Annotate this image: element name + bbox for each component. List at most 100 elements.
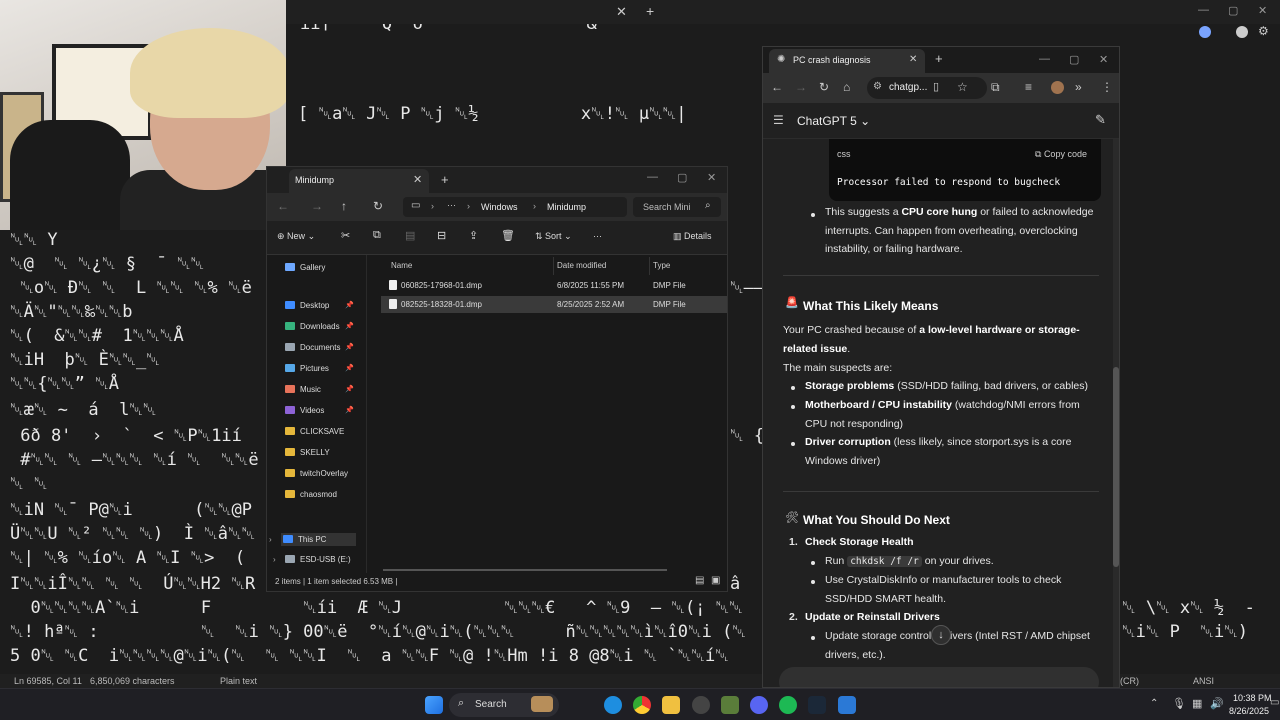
sidebar-item-music[interactable]: Music 📌 <box>285 385 354 394</box>
back-arrow-icon[interactable]: ← <box>771 80 783 94</box>
maximize-icon[interactable]: ▢ <box>1228 4 1238 17</box>
edge-browser-icon[interactable] <box>604 696 622 714</box>
sidebar-item-gallery[interactable]: Gallery <box>285 263 325 272</box>
maximize-icon[interactable]: ▢ <box>1069 53 1079 66</box>
details-button[interactable]: ▥ Details <box>673 231 712 242</box>
windows-start-icon[interactable] <box>425 696 443 714</box>
copy-icon[interactable]: ⧉ <box>373 229 381 242</box>
star-icon[interactable]: ☆ <box>957 80 968 94</box>
close-icon[interactable]: ✕ <box>1258 4 1267 17</box>
spotify-icon[interactable] <box>779 696 797 714</box>
sidebar-item-chaosmod[interactable]: chaosmod <box>285 490 337 499</box>
new-button[interactable]: ⊕ New ⌄ <box>277 231 315 242</box>
close-icon[interactable]: ✕ <box>707 171 716 184</box>
explorer-tab[interactable]: Minidump ✕ <box>289 169 429 193</box>
pin-icon[interactable]: 📌 <box>345 364 354 372</box>
reading-list-icon[interactable]: ≡ <box>1025 80 1032 94</box>
pin-icon[interactable]: 📌 <box>345 406 354 414</box>
file-row[interactable]: 082525-18328-01.dmp 8/25/2025 2:52 AM DMP … <box>381 296 727 313</box>
message-input[interactable] <box>779 667 1099 687</box>
rename-icon[interactable]: ⊟ <box>437 229 446 242</box>
chevron-up-icon[interactable]: ⌃ <box>1150 698 1158 709</box>
pin-icon[interactable]: 📌 <box>345 322 354 330</box>
volume-icon[interactable]: 🔊 <box>1210 697 1224 710</box>
site-info-icon[interactable]: ⚙ <box>873 81 882 92</box>
more-options-button[interactable]: ··· <box>593 231 602 241</box>
pin-icon[interactable]: 📌 <box>345 343 354 351</box>
sidebar-item-clicksave[interactable]: CLICKSAVE <box>285 427 344 436</box>
chevron-double-right-icon[interactable]: » <box>1075 80 1082 94</box>
details-view-icon[interactable]: ▤ <box>695 575 704 586</box>
minecraft-icon[interactable] <box>721 696 739 714</box>
reload-icon[interactable]: ↻ <box>819 80 829 94</box>
notepad-icon[interactable] <box>838 696 856 714</box>
close-tab-icon[interactable]: ✕ <box>616 4 627 20</box>
sidebar-item-this-pc[interactable]: › This PC <box>269 533 357 546</box>
page-icon[interactable]: ▯ <box>933 80 939 93</box>
url-bar[interactable]: ⚙ chatgp... <box>867 77 987 99</box>
mic-icon[interactable]: 🎙 <box>1172 697 1186 710</box>
close-icon[interactable]: ✕ <box>909 54 917 65</box>
chrome-icon[interactable] <box>633 696 651 714</box>
refresh-icon[interactable]: ↻ <box>373 199 383 213</box>
file-row[interactable]: 060825-17968-01.dmp 6/8/2025 11:55 PM DMP … <box>381 277 727 294</box>
close-icon[interactable]: ✕ <box>1099 53 1108 66</box>
cut-icon[interactable]: ✂ <box>341 229 350 242</box>
chevron-right-icon[interactable]: › <box>269 535 272 544</box>
browser-tab[interactable]: ✺ PC crash diagnosis ✕ <box>769 49 925 73</box>
delete-icon[interactable]: 🗑 <box>501 229 515 242</box>
paste-icon[interactable]: ▤ <box>405 229 415 242</box>
ellipsis-icon[interactable]: ··· <box>447 200 456 210</box>
extensions-icon[interactable]: ⧉ <box>991 80 1000 95</box>
sidebar-item-twitchoverlay[interactable]: twitchOverlay <box>285 469 348 478</box>
file-explorer-icon[interactable] <box>662 696 680 714</box>
new-chat-icon[interactable]: ✎ <box>1095 112 1106 128</box>
discord-icon[interactable] <box>750 696 768 714</box>
notification-icon[interactable]: ▭ <box>1270 697 1279 708</box>
sidebar-item-downloads[interactable]: Downloads 📌 <box>285 322 354 331</box>
minimize-icon[interactable]: — <box>1198 4 1209 16</box>
breadcrumb-minidump[interactable]: Minidump <box>547 202 586 212</box>
sidebar-item-videos[interactable]: Videos 📌 <box>285 406 354 415</box>
tiles-view-icon[interactable]: ▣ <box>711 575 720 586</box>
column-type[interactable]: Type <box>653 261 670 270</box>
new-tab-icon[interactable]: + <box>441 172 449 187</box>
search-input[interactable]: Search Mini ⌕ <box>633 197 721 217</box>
new-tab-icon[interactable]: + <box>646 3 654 19</box>
pin-icon[interactable]: 📌 <box>345 385 354 393</box>
menu-kebab-icon[interactable]: ⋮ <box>1101 80 1113 94</box>
sidebar-toggle-icon[interactable]: ☰ <box>773 113 784 127</box>
column-date[interactable]: Date modified <box>557 261 606 270</box>
address-bar[interactable]: ▭ › ··· › Windows › Minidump <box>403 197 627 217</box>
taskbar-search[interactable]: ⌕ Search <box>449 693 559 717</box>
model-selector[interactable]: ChatGPT 5 ⌄ <box>797 114 870 128</box>
profile-avatar[interactable] <box>1051 81 1064 94</box>
app-icon[interactable] <box>692 696 710 714</box>
sidebar-item-pictures[interactable]: Pictures 📌 <box>285 364 354 373</box>
chevron-right-icon[interactable]: › <box>273 555 276 564</box>
column-name[interactable]: Name <box>391 261 412 270</box>
scrollbar-thumb[interactable] <box>1113 367 1119 567</box>
minimize-icon[interactable]: — <box>1039 53 1050 65</box>
network-icon[interactable]: ▦ <box>1192 697 1202 710</box>
pin-icon[interactable]: 📌 <box>345 301 354 309</box>
maximize-icon[interactable]: ▢ <box>677 171 687 184</box>
horizontal-scrollbar[interactable] <box>383 569 667 571</box>
copy-code-button[interactable]: ⧉ Copy code <box>1035 149 1087 160</box>
sidebar-item-desktop[interactable]: Desktop 📌 <box>285 301 354 310</box>
sort-button[interactable]: ⇅ Sort ⌄ <box>535 231 572 242</box>
up-arrow-icon[interactable]: ↑ <box>341 199 347 213</box>
share-icon[interactable]: ⇪ <box>469 229 478 242</box>
forward-arrow-icon[interactable]: → <box>795 80 807 94</box>
home-icon[interactable]: ⌂ <box>843 80 850 94</box>
forward-arrow-icon[interactable]: → <box>311 199 323 213</box>
close-icon[interactable]: ✕ <box>413 173 422 186</box>
minimize-icon[interactable]: — <box>647 171 658 183</box>
scroll-down-icon[interactable]: ↓ <box>931 625 951 645</box>
breadcrumb-windows[interactable]: Windows <box>481 202 518 212</box>
sidebar-item-skelly[interactable]: SKELLY <box>285 448 330 457</box>
clock-date[interactable]: 8/26/2025 <box>1229 706 1269 716</box>
clock-time[interactable]: 10:38 PM <box>1233 693 1272 703</box>
back-arrow-icon[interactable]: ← <box>277 199 289 213</box>
sidebar-item-esd-usb-e[interactable]: › ESD-USB (E:) <box>273 555 351 564</box>
